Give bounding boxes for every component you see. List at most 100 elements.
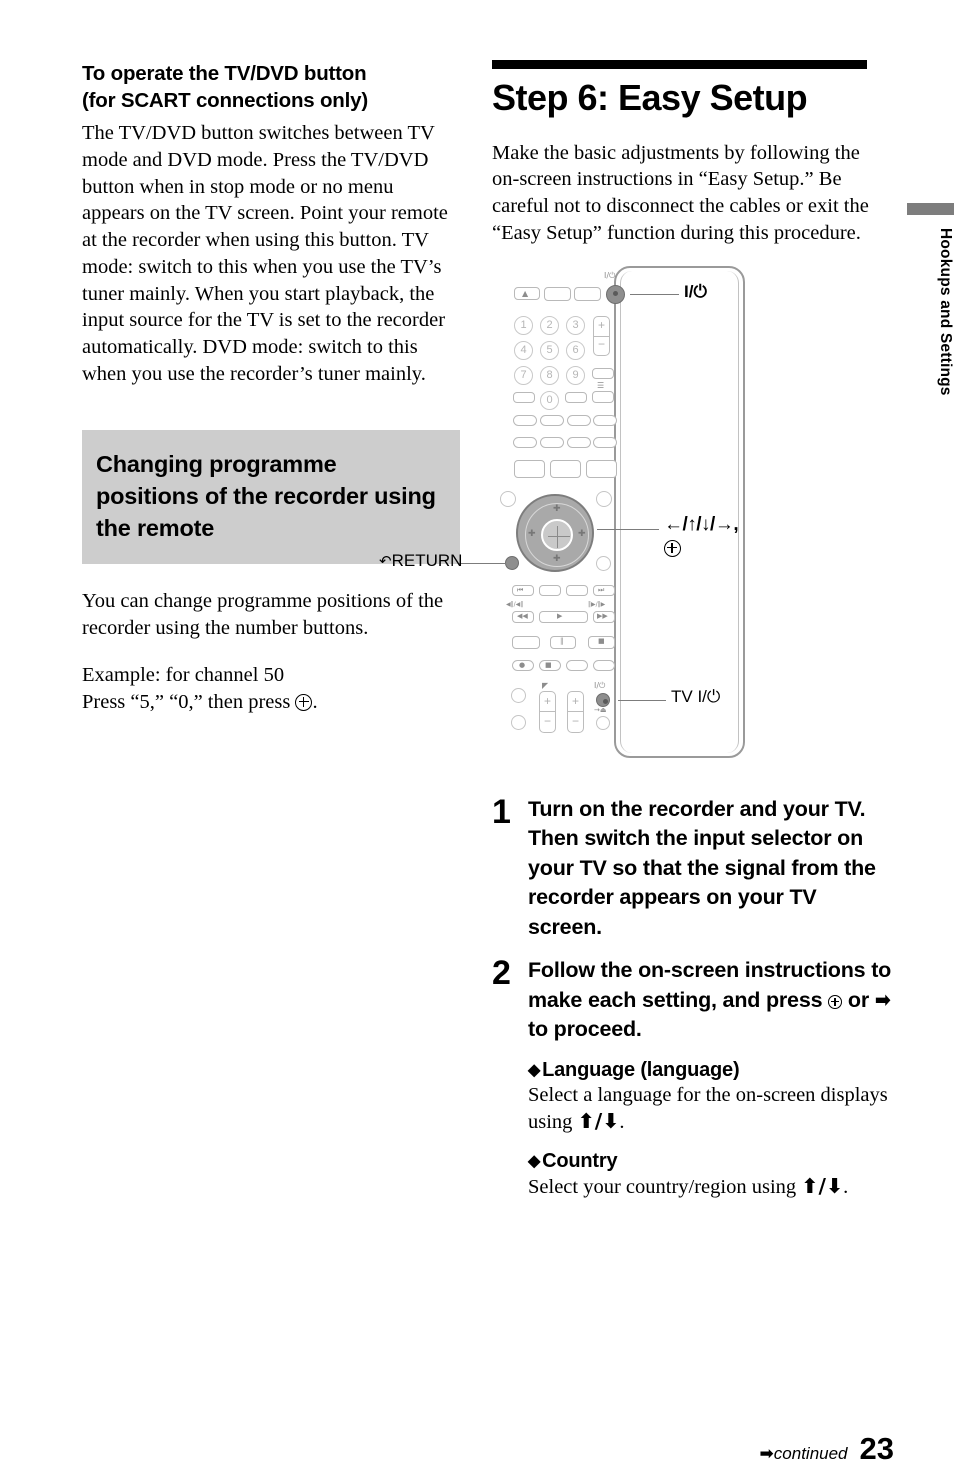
example-press-text: Press “5,” “0,” then press (82, 690, 296, 713)
fastforward-icon: ▶▶ (597, 611, 608, 620)
right-column: Step 6: Easy Setup Make the basic adjust… (379, 60, 870, 768)
dpad-left-arrow-icon: ✚ (528, 528, 536, 539)
bullet-heading-country-label: Country (542, 1149, 618, 1172)
continued-note: ➡continued (760, 1444, 848, 1464)
transport-step-fwd-button (566, 584, 588, 596)
remote-number-6: 6 (566, 340, 585, 360)
dpad-enter-button (541, 518, 573, 551)
example-line-2: Press “5,” “0,” then press . (82, 689, 460, 716)
remote-control-figure: ▲ I/⏻ 1 2 3 4 5 6 7 8 9 0 + − ☰ ✚ ✚ ✚ ✚ … (379, 263, 870, 768)
remote-number-4: 4 (514, 340, 533, 360)
bullet-body-country-pre: Select your country/region using (528, 1175, 802, 1198)
diamond-bullet-icon-2: ◆ (528, 1152, 541, 1170)
remote-fn-row2-btn4 (593, 436, 617, 448)
remote-number-7: 7 (514, 365, 533, 385)
remote-side-button-2 (592, 390, 614, 403)
remote-channel-rocker: + − (593, 315, 610, 356)
eject-icon: ▲ (522, 288, 529, 298)
callout-return-label: RETURN (391, 550, 463, 570)
dpad-up-arrow-icon: ✚ (553, 503, 561, 514)
remote-fn-row2-btn2 (540, 436, 564, 448)
example-period: . (312, 690, 318, 713)
bullet-language-arrows-icon: ⬆/⬇ (577, 1109, 620, 1134)
remote-wide-button-1 (514, 459, 545, 478)
callout-tv-power: TV I/⏻ (671, 686, 721, 706)
side-tab-bar (907, 203, 954, 215)
left-column: To operate the TV/DVD button (for SCART … (82, 60, 460, 715)
intro-paragraph: Make the basic adjustments by following … (492, 141, 869, 244)
remote-number-0: 0 (540, 390, 559, 410)
remote-inner-outline (620, 270, 739, 753)
steps-list: 1 Turn on the recorder and your TV. Then… (492, 795, 892, 1201)
continued-label: continued (773, 1444, 848, 1463)
transport-blank-button (512, 635, 540, 649)
dpad-enter-crosshair (548, 535, 570, 538)
play-icon: ▶ (557, 611, 563, 620)
page-number: 23 (859, 1431, 894, 1466)
remote-fn-row1-btn4 (593, 414, 617, 426)
tv-power-glyph: I/⏻ (594, 680, 606, 690)
scan-fwd-label: ‖▶/‖▶ (588, 600, 606, 608)
remote-top-button-2 (574, 286, 601, 301)
step-1-number: 1 (492, 793, 511, 831)
bullet-body-language-post: . (619, 1111, 625, 1134)
bullet-heading-country: ◆ Country (528, 1150, 892, 1173)
tv-power-button (596, 692, 610, 707)
remote-bottom-row-button-2 (565, 391, 587, 403)
remote-right-circle-button (596, 490, 612, 507)
remote-top-button-1 (544, 286, 571, 301)
remote-wide-button-3 (586, 459, 617, 478)
example-line-1: Example: for channel 50 (82, 663, 285, 686)
remote-side-button-1 (592, 367, 614, 379)
step-2-text-part2: or (842, 987, 875, 1012)
callout-power-label: I/⏻ (684, 281, 707, 301)
leader-line-return (458, 562, 506, 565)
left-section-heading: To operate the TV/DVD button (for SCART … (82, 60, 460, 114)
remote-number-5: 5 (540, 340, 559, 360)
side-tab-label: Hookups and Settings (937, 228, 954, 396)
rocker-minus-label: − (597, 336, 605, 351)
bullet-country-arrows-icon: ⬆/⬇ (801, 1173, 844, 1198)
dpad-right-arrow-icon: ✚ (578, 528, 586, 539)
step-2-text-part3: to proceed. (528, 1017, 642, 1042)
tv-input-glyph: →⏏ (594, 705, 607, 714)
remote-wide-button-2 (550, 459, 581, 478)
transport-play-button (539, 610, 588, 623)
gray-box-title: Changing programme positions of the reco… (96, 450, 436, 541)
dpad-ring: ✚ ✚ ✚ ✚ (516, 493, 594, 572)
remote-bottom-row-button-1 (513, 391, 535, 403)
record-extra-button (593, 659, 615, 671)
record-skip-button (566, 659, 588, 671)
left-after-box-paragraph: You can change programme positions of th… (82, 590, 444, 640)
next-icon: ⏭ (598, 585, 605, 594)
remote-fn-row1-btn3 (567, 414, 591, 426)
remote-fn-row1-btn1 (513, 414, 537, 426)
return-arrow-icon: ↶ (379, 551, 392, 570)
step-2-number: 2 (492, 954, 511, 993)
enter-button-icon (295, 693, 313, 711)
remote-fn-row2-btn1 (513, 436, 537, 448)
bullet-heading-language: ◆ Language (language) (528, 1059, 892, 1082)
page-footer: ➡continued 23 (760, 1431, 894, 1467)
remote-number-3: 3 (566, 315, 585, 335)
remote-power-button (606, 284, 625, 304)
bullet-heading-language-label: Language (language) (542, 1058, 740, 1081)
scan-back-label: ◀‖/◀‖ (506, 600, 524, 608)
step-2-right-arrow-icon: ➡ (874, 987, 891, 1013)
bottom-circle-button-2 (511, 714, 526, 730)
remote-number-2: 2 (540, 315, 559, 335)
volume-icon: ◤ (542, 680, 549, 690)
callout-return: ↶RETURN (379, 551, 462, 571)
remote-return-button (505, 555, 519, 570)
rocker-plus-label: + (597, 317, 605, 332)
rewind-icon: ◀◀ (517, 611, 528, 620)
channel-minus-label: − (571, 713, 579, 728)
leader-line-power (630, 293, 679, 296)
volume-minus-label: − (543, 713, 551, 728)
stop-icon: ■ (598, 636, 605, 645)
continued-arrow-icon: ➡ (759, 1444, 774, 1464)
callout-dpad-arrows: ←/↑/↓/→, (664, 513, 739, 535)
tv-input-button (596, 715, 610, 730)
manual-page: To operate the TV/DVD button (for SCART … (0, 0, 954, 1483)
bullet-body-country-post: . (843, 1175, 849, 1198)
